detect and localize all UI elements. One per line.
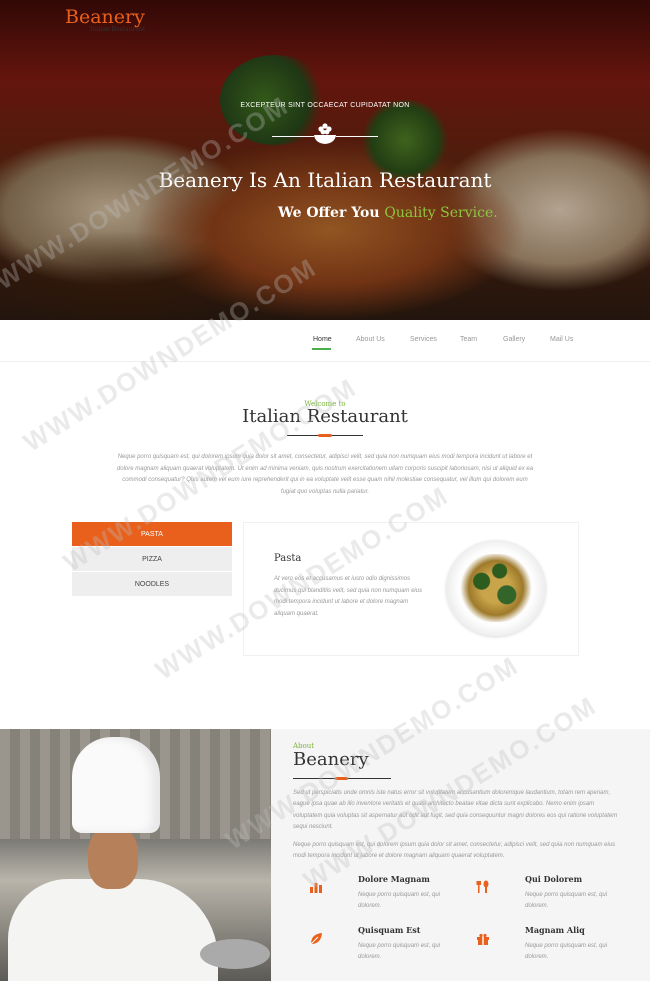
nav-item-services[interactable]: Services xyxy=(410,336,437,343)
feature-title: Quisquam Est xyxy=(358,925,421,935)
nav-item-team[interactable]: Team xyxy=(460,336,477,343)
hero-subtitle-accent: Quality Service. xyxy=(384,205,498,221)
tab-noodles[interactable]: NOODLES xyxy=(72,572,232,597)
leaf-icon xyxy=(310,933,322,945)
site-logo-subtitle: Italian Restaurant xyxy=(90,26,146,33)
feature-title: Magnam Aliq xyxy=(525,925,585,935)
hero-subtitle-prefix: We Offer You xyxy=(278,205,380,221)
hero-subtitle: We Offer You Quality Service. xyxy=(278,205,498,221)
feature-title: Dolore Magnam xyxy=(358,874,430,884)
nav-item-gallery[interactable]: Gallery xyxy=(503,336,525,343)
nav-item-about[interactable]: About Us xyxy=(356,336,385,343)
chef-photo xyxy=(0,729,271,981)
feature-text: Neque porro quisquam est, qui dolorem. xyxy=(358,892,441,909)
gift-icon xyxy=(477,933,489,945)
food-bowl-icon xyxy=(314,123,336,144)
cutlery-icon xyxy=(476,880,489,893)
site-logo[interactable]: Beanery xyxy=(65,6,145,28)
welcome-divider-accent xyxy=(318,434,332,437)
feature-text: Neque porro quisquam est, qui dolorem. xyxy=(358,943,441,960)
hero-title: Beanery Is An Italian Restaurant xyxy=(158,168,492,192)
hero-divider-right xyxy=(336,136,378,137)
feature-title: Qui Dolorem xyxy=(525,874,583,884)
panel-title: Pasta xyxy=(274,553,302,564)
feature-text: Neque porro quisquam est, qui dolorem. xyxy=(525,943,608,960)
feature-text: Neque porro quisquam est, qui dolorem. xyxy=(525,892,608,909)
nav-active-underline xyxy=(312,348,331,350)
nav-item-mail[interactable]: Mail Us xyxy=(550,336,573,343)
hero-banner xyxy=(0,0,650,320)
hero-divider-left xyxy=(272,136,314,137)
pasta-dish-image xyxy=(446,540,546,636)
nav-item-home[interactable]: Home xyxy=(313,336,332,343)
hero-kicker: EXCEPTEUR SINT OCCAECAT CUPIDATAT NON xyxy=(240,102,410,109)
